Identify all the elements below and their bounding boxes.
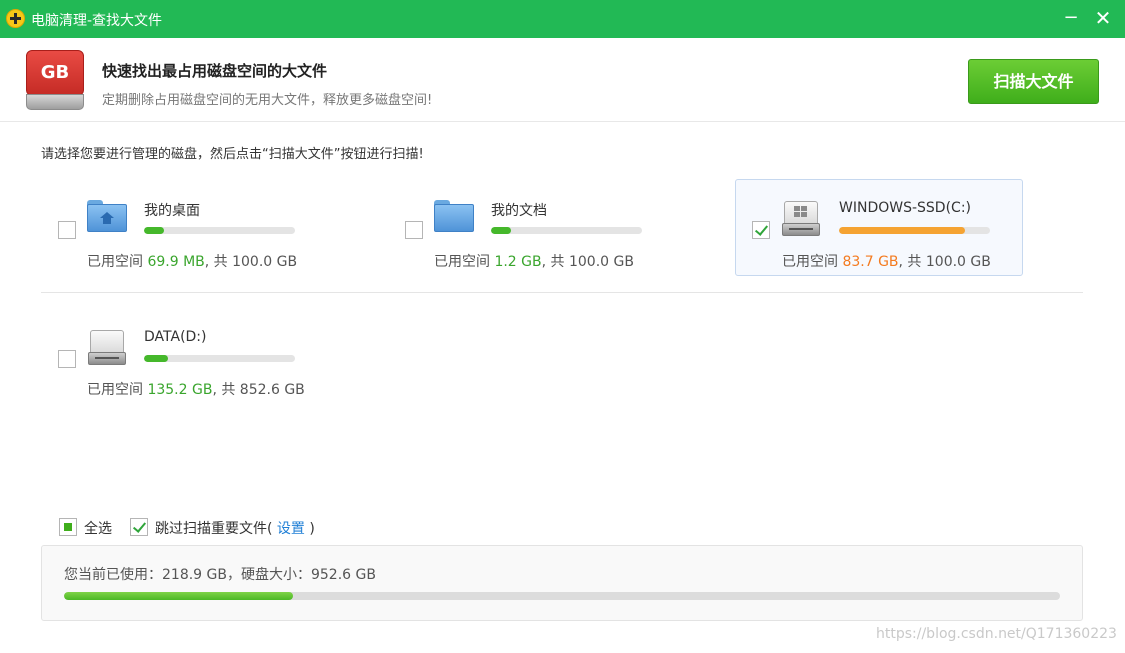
drive-name: 我的文档	[491, 203, 547, 219]
disk-usage-bar	[64, 592, 1060, 600]
usage-bar	[839, 227, 990, 234]
usage-text: 已用空间 1.2 GB, 共 100.0 GB	[434, 254, 634, 270]
settings-link[interactable]: 设置	[277, 521, 305, 537]
title-bar: 电脑清理-查找大文件 − ✕	[0, 0, 1125, 38]
disk-summary-panel: 您当前已使用：218.9 GB，硬盘大小：952.6 GB	[41, 545, 1083, 621]
windows-drive-icon	[782, 201, 820, 237]
drive-name: DATA(D:)	[144, 329, 207, 345]
usage-text: 已用空间 69.9 MB, 共 100.0 GB	[87, 254, 298, 270]
drive-card-d[interactable]: DATA(D:) 已用空间 135.2 GB, 共 852.6 GB	[41, 309, 329, 406]
usage-text: 已用空间 83.7 GB, 共 100.0 GB	[782, 254, 991, 270]
usage-bar	[491, 227, 642, 234]
drive-name: WINDOWS-SSD(C:)	[839, 200, 971, 216]
usage-bar	[144, 227, 295, 234]
drive-checkbox[interactable]	[752, 221, 770, 239]
header-title: 快速找出最占用磁盘空间的大文件	[102, 62, 328, 80]
skip-important-label: 跳过扫描重要文件( 设置 )	[155, 521, 315, 537]
usage-text: 已用空间 135.2 GB, 共 852.6 GB	[87, 382, 305, 398]
home-folder-icon	[87, 200, 127, 232]
drive-checkbox[interactable]	[58, 221, 76, 239]
disk-summary-text: 您当前已使用：218.9 GB，硬盘大小：952.6 GB	[64, 567, 376, 583]
drive-card-documents[interactable]: 我的文档 已用空间 1.2 GB, 共 100.0 GB	[388, 180, 676, 277]
usage-bar	[144, 355, 295, 362]
close-button[interactable]: ✕	[1090, 5, 1116, 31]
instruction-text: 请选择您要进行管理的磁盘，然后点击“扫描大文件”按钮进行扫描!	[41, 147, 424, 162]
drive-checkbox[interactable]	[58, 350, 76, 368]
drive-card-desktop[interactable]: 我的桌面 已用空间 69.9 MB, 共 100.0 GB	[41, 180, 329, 277]
folder-icon	[434, 200, 474, 232]
hard-drive-icon	[88, 330, 126, 366]
gb-disk-icon: GB	[26, 50, 84, 110]
minimize-button[interactable]: −	[1058, 5, 1084, 31]
select-all-checkbox[interactable]	[59, 518, 77, 536]
divider	[41, 292, 1083, 293]
app-logo-icon	[6, 9, 25, 28]
drive-card-c[interactable]: WINDOWS-SSD(C:) 已用空间 83.7 GB, 共 100.0 GB	[735, 179, 1023, 276]
scan-large-files-button[interactable]: 扫描大文件	[968, 59, 1099, 104]
window-title: 电脑清理-查找大文件	[31, 13, 163, 29]
header: GB 快速找出最占用磁盘空间的大文件 定期删除占用磁盘空间的无用大文件，释放更多…	[0, 38, 1125, 122]
header-subtitle: 定期删除占用磁盘空间的无用大文件，释放更多磁盘空间!	[102, 93, 433, 108]
drive-checkbox[interactable]	[405, 221, 423, 239]
watermark: https://blog.csdn.net/Q171360223	[876, 626, 1117, 642]
drive-name: 我的桌面	[144, 203, 200, 219]
select-all-label: 全选	[84, 521, 112, 537]
skip-important-checkbox[interactable]	[130, 518, 148, 536]
